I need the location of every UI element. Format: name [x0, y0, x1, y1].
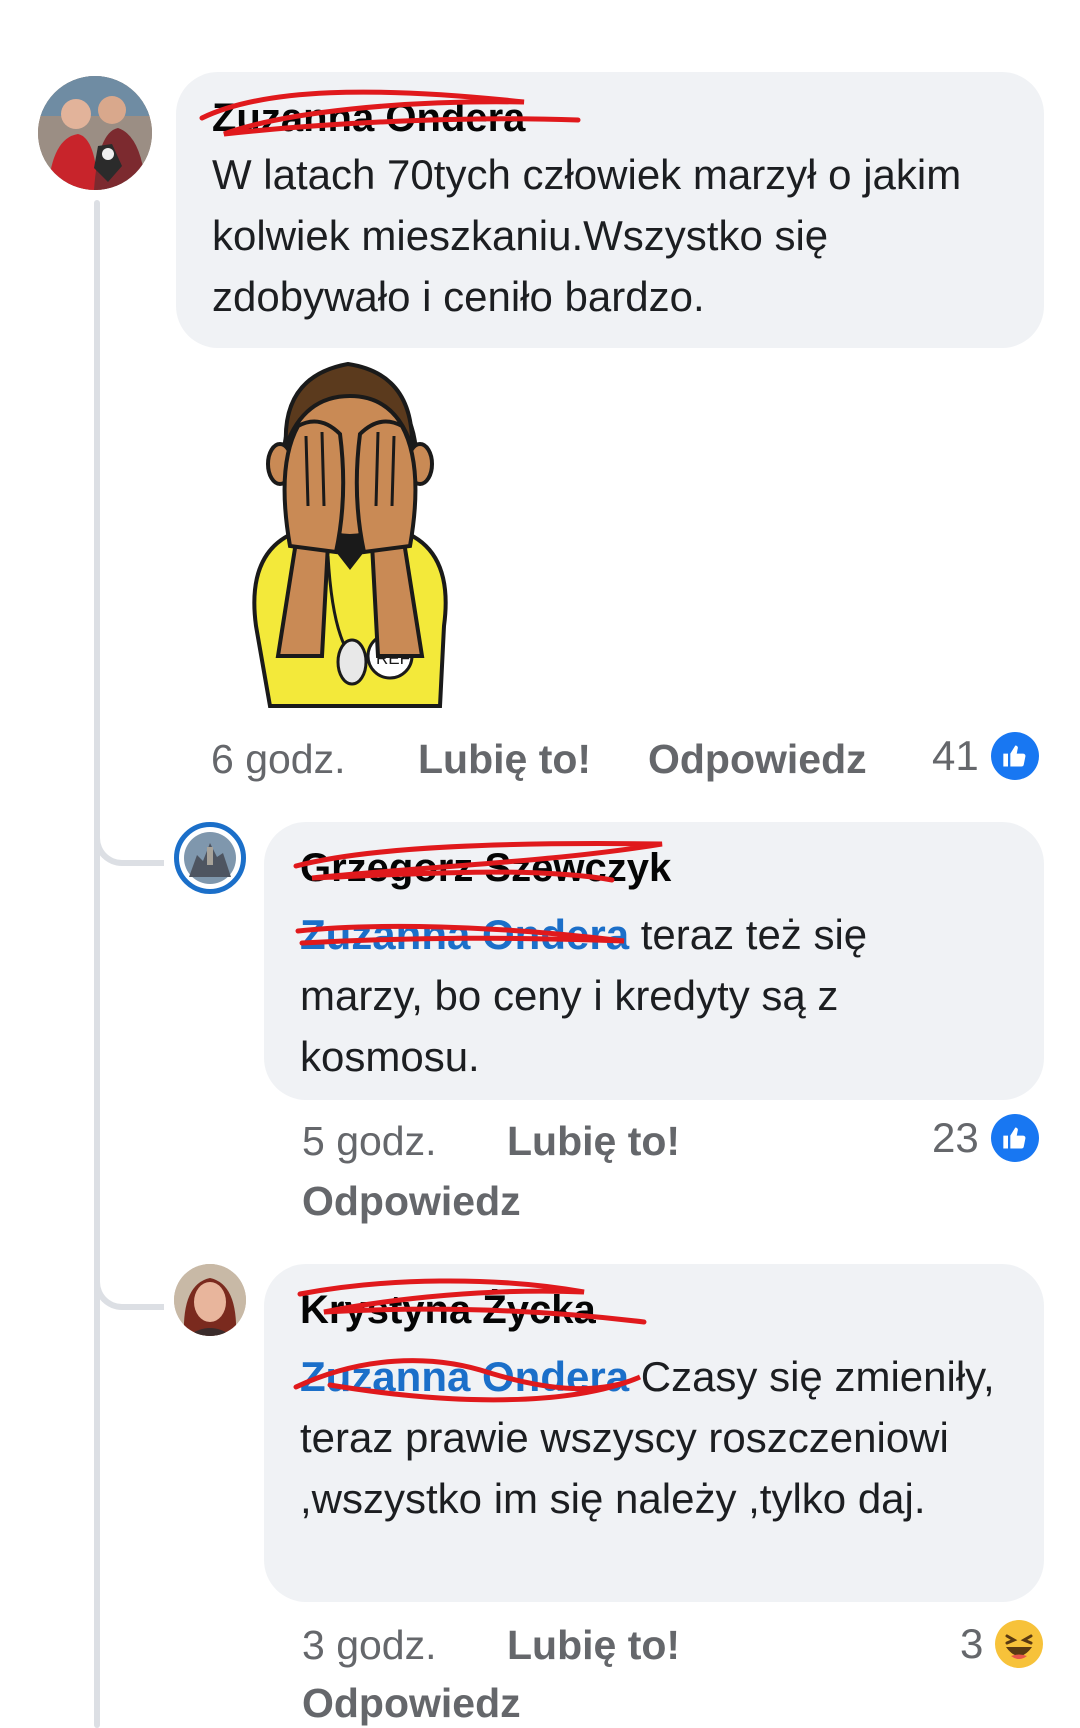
avatar[interactable]: [174, 1264, 246, 1336]
reply-button[interactable]: Odpowiedz: [302, 1678, 521, 1728]
reply-actions: 5 godz. Lubię to! Odpowiedz: [302, 1116, 902, 1236]
like-icon: [990, 732, 1039, 780]
reply-button[interactable]: Odpowiedz: [648, 734, 867, 784]
haha-icon: [995, 1620, 1044, 1668]
like-button[interactable]: Lubię to!: [418, 734, 591, 784]
reply-time[interactable]: 3 godz.: [302, 1620, 437, 1670]
reaction-count: 23: [932, 1114, 979, 1161]
mention-link[interactable]: Zuzanna Ondera: [295, 911, 641, 958]
reply-actions: 3 godz. Lubię to! Odpowiedz: [302, 1620, 902, 1728]
avatar[interactable]: [174, 822, 246, 894]
reply-bubble: Krystyna Życka Zuzanna Ondera Czasy się …: [264, 1264, 1044, 1602]
reply-text: Zuzanna Ondera Czasy się zmieniły, teraz…: [293, 1346, 1000, 1529]
reply-author[interactable]: Krystyna Życka: [297, 1278, 647, 1334]
reaction-summary[interactable]: 3: [960, 1620, 1044, 1668]
comment-actions: 6 godz. Lubię to! Odpowiedz: [211, 734, 911, 788]
avatar-photo: [38, 76, 152, 190]
comment-bubble: Zuzanna Ondera W latach 70tych człowiek …: [176, 72, 1044, 348]
like-button[interactable]: Lubię to!: [507, 1620, 680, 1670]
reaction-summary[interactable]: 23: [932, 1114, 1039, 1162]
reaction-count: 3: [960, 1620, 984, 1667]
comment-text: W latach 70tych człowiek marzył o jakim …: [212, 151, 962, 320]
reaction-summary[interactable]: 41: [932, 732, 1039, 780]
sticker-image: REF: [252, 361, 448, 708]
thread-line: [94, 200, 100, 1728]
reply-text: Zuzanna Ondera teraz też się marzy, bo c…: [295, 904, 1000, 1087]
comment-time[interactable]: 6 godz.: [211, 734, 346, 784]
mention-link[interactable]: Zuzanna Ondera: [293, 1353, 642, 1403]
reply-bubble: Grzegorz Szewczyk Zuzanna Ondera teraz t…: [264, 822, 1044, 1100]
reply-button[interactable]: Odpowiedz: [302, 1176, 521, 1226]
avatar[interactable]: [38, 76, 152, 190]
like-button[interactable]: Lubię to!: [507, 1116, 680, 1166]
reply-connector: [94, 822, 164, 866]
reply-time[interactable]: 5 godz.: [302, 1116, 437, 1166]
avatar-photo: [174, 1264, 246, 1336]
reaction-count: 41: [932, 732, 979, 779]
reply-connector: [94, 1266, 164, 1310]
avatar-photo: [184, 832, 236, 884]
comment-author[interactable]: Zuzanna Ondera: [199, 89, 581, 142]
like-icon: [990, 1114, 1039, 1162]
reply-author[interactable]: Grzegorz Szewczyk: [293, 841, 671, 892]
referee-covering-eyes-sticker[interactable]: REF: [236, 356, 464, 708]
